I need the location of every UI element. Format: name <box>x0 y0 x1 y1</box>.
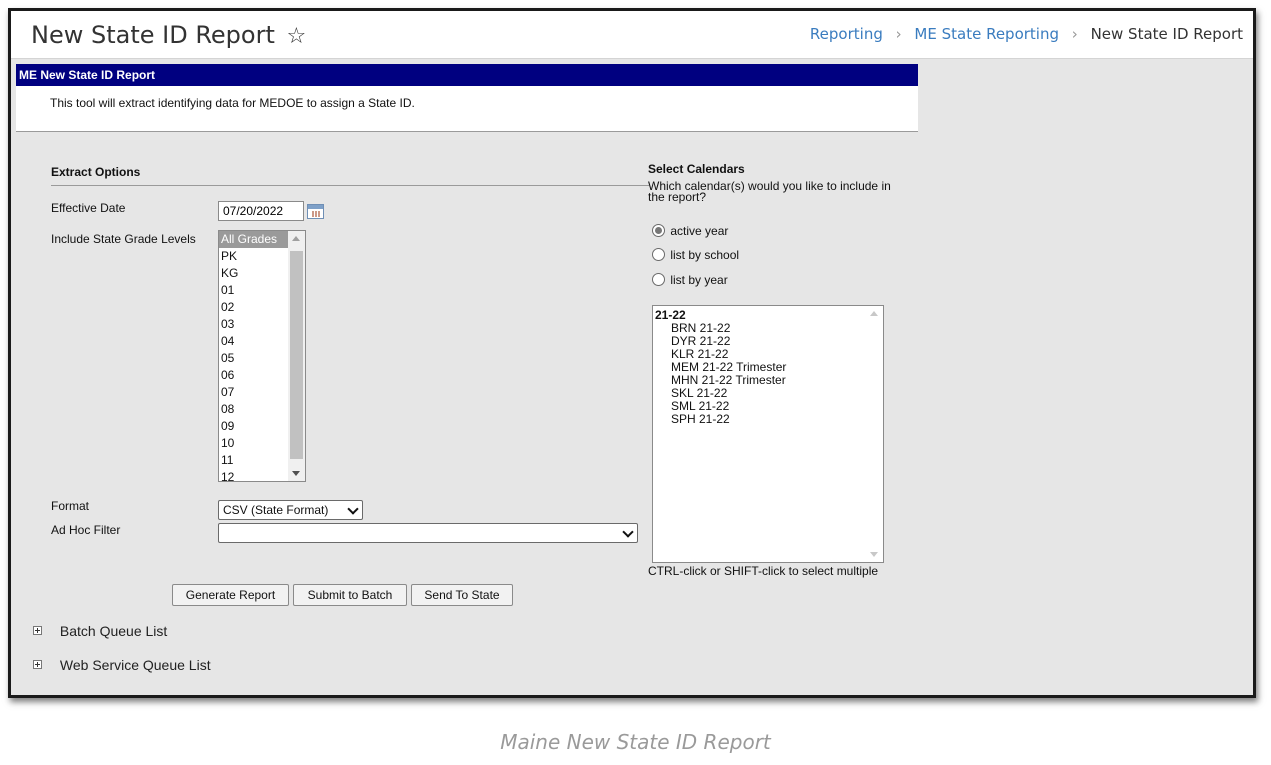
radio-label: active year <box>670 224 729 238</box>
radio-active-year[interactable]: active year <box>652 223 728 239</box>
chevron-right-icon: › <box>895 25 902 43</box>
radio-label: list by school <box>670 248 740 262</box>
extract-options-heading: Extract Options <box>51 165 141 179</box>
format-select-value: CSV (State Format) <box>223 503 329 517</box>
scroll-down-arrow-icon[interactable] <box>870 552 878 557</box>
radio-list-by-year[interactable]: list by year <box>652 272 728 288</box>
grade-levels-label: Include State Grade Levels <box>51 232 196 246</box>
radio-label: list by year <box>670 273 728 287</box>
multi-select-hint: CTRL-click or SHIFT-click to select mult… <box>648 564 879 578</box>
scroll-up-arrow-icon[interactable] <box>292 236 300 241</box>
batch-queue-label: Batch Queue List <box>59 623 168 639</box>
select-calendars-heading: Select Calendars <box>648 162 745 176</box>
effective-date-label: Effective Date <box>51 201 126 215</box>
report-banner: ME New State ID Report <box>16 64 918 86</box>
calendar-option[interactable]: SPH 21-22 <box>653 413 883 426</box>
ad-hoc-filter-label: Ad Hoc Filter <box>51 523 121 537</box>
calendars-question: Which calendar(s) would you like to incl… <box>648 179 891 204</box>
breadcrumb-current: New State ID Report <box>1090 25 1243 43</box>
ad-hoc-filter-select[interactable] <box>218 523 638 543</box>
page-title-text: New State ID Report <box>31 21 275 49</box>
calendars-listbox[interactable]: 21-22 BRN 21-22 DYR 21-22 KLR 21-22 MEM … <box>652 305 884 563</box>
breadcrumb: Reporting › ME State Reporting › New Sta… <box>810 25 1243 43</box>
send-to-state-button[interactable]: Send To State <box>411 584 513 606</box>
page-header: New State ID Report ☆ Reporting › ME Sta… <box>11 11 1253 59</box>
expand-plus-icon[interactable] <box>33 626 42 635</box>
scrollbar[interactable] <box>288 231 305 481</box>
breadcrumb-reporting[interactable]: Reporting <box>810 25 883 43</box>
figure-caption: Maine New State ID Report <box>500 730 771 754</box>
grade-levels-listbox[interactable]: All Grades PK KG 01 02 03 04 05 06 07 08… <box>218 230 306 482</box>
format-label: Format <box>51 499 90 513</box>
radio-button[interactable] <box>652 224 665 237</box>
format-select[interactable]: CSV (State Format) <box>218 500 363 520</box>
web-service-queue-label: Web Service Queue List <box>59 657 211 673</box>
star-icon[interactable]: ☆ <box>287 24 307 49</box>
calendar-icon[interactable] <box>307 204 324 219</box>
effective-date-input[interactable] <box>218 201 304 221</box>
report-description: This tool will extract identifying data … <box>16 86 918 132</box>
radio-list-by-school[interactable]: list by school <box>652 247 739 263</box>
scroll-up-arrow-icon[interactable] <box>870 311 878 316</box>
radio-button[interactable] <box>652 273 665 286</box>
batch-queue-toggle[interactable]: Batch Queue List <box>33 623 167 639</box>
chevron-right-icon: › <box>1071 25 1078 43</box>
scroll-down-arrow-icon[interactable] <box>292 471 300 476</box>
chevron-down-icon <box>347 503 359 515</box>
expand-plus-icon[interactable] <box>33 660 42 669</box>
divider <box>51 185 649 186</box>
submit-to-batch-button[interactable]: Submit to Batch <box>293 584 407 606</box>
app-window: New State ID Report ☆ Reporting › ME Sta… <box>8 8 1256 698</box>
radio-button[interactable] <box>652 248 665 261</box>
report-content: ME New State ID Report This tool will ex… <box>16 64 918 132</box>
web-service-queue-toggle[interactable]: Web Service Queue List <box>33 657 211 673</box>
scrollbar-thumb[interactable] <box>290 251 303 459</box>
breadcrumb-me-state-reporting[interactable]: ME State Reporting <box>914 25 1059 43</box>
chevron-down-icon <box>622 526 634 538</box>
generate-report-button[interactable]: Generate Report <box>172 584 289 606</box>
scrollbar[interactable] <box>866 306 883 562</box>
page-title: New State ID Report ☆ <box>31 21 306 49</box>
